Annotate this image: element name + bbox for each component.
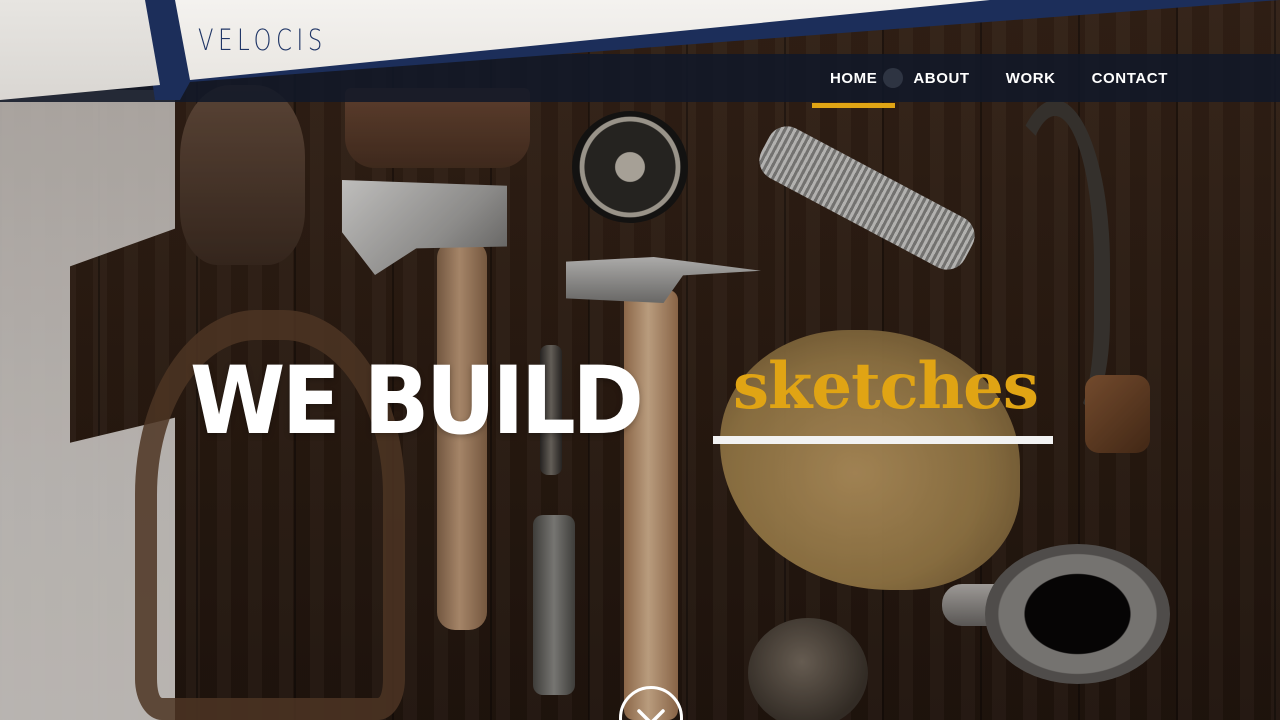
main-nav: HOME ABOUT WORK CONTACT	[811, 54, 1186, 108]
header-left-panel	[0, 0, 160, 100]
hero-headline: WE BUILD sketches	[190, 347, 1053, 456]
headline-prefix: WE BUILD	[190, 347, 644, 456]
nav-item-home[interactable]: HOME	[811, 54, 896, 108]
nav-item-work[interactable]: WORK	[988, 54, 1074, 102]
hero-section: VELOCIS HOME ABOUT WORK CONTACT WE BUILD…	[0, 0, 1280, 720]
site-header: VELOCIS HOME ABOUT WORK CONTACT	[0, 0, 1280, 108]
nav-item-contact[interactable]: CONTACT	[1074, 54, 1186, 102]
headline-word: sketches	[733, 349, 1039, 424]
nav-item-about[interactable]: ABOUT	[895, 54, 987, 102]
headline-word-underline	[713, 436, 1053, 444]
chevron-down-icon	[637, 709, 665, 720]
headline-rotating-word: sketches	[713, 355, 1053, 447]
site-logo[interactable]: VELOCIS	[198, 26, 327, 55]
